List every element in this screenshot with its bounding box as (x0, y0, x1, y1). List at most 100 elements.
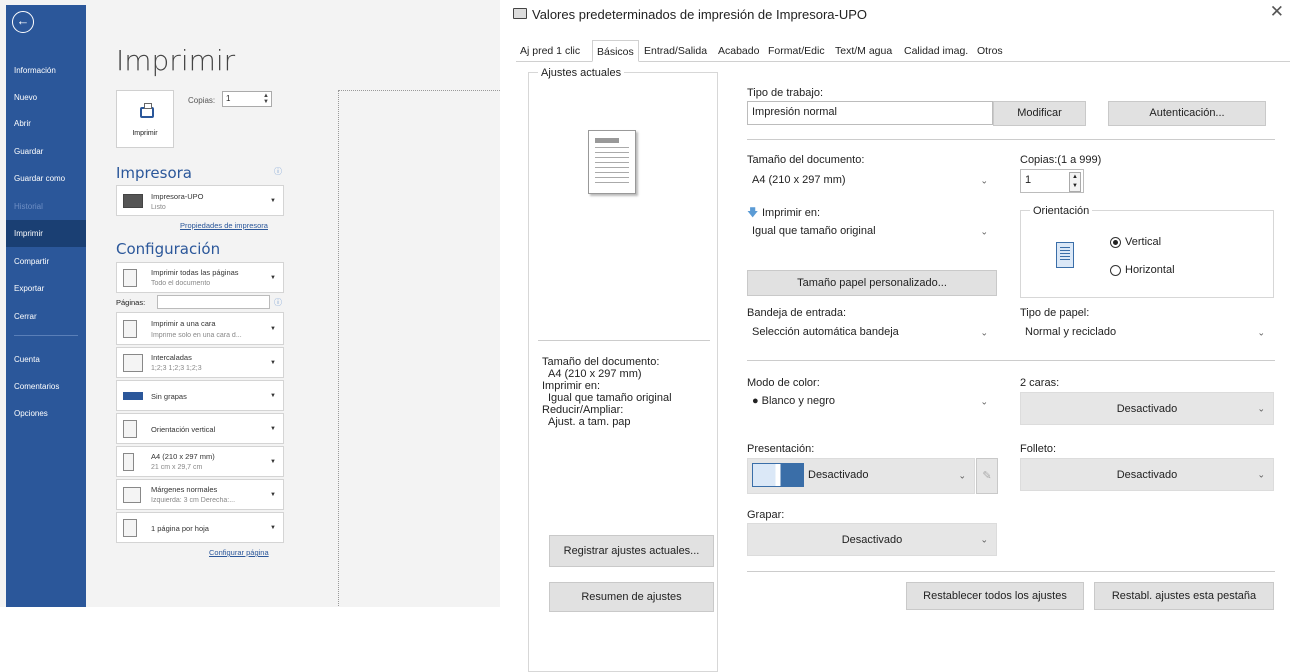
pages-label: Páginas: (116, 298, 146, 307)
print-on-select[interactable]: Igual que tamaño original ⌄ (747, 220, 997, 244)
info-icon[interactable]: ⓘ (274, 297, 282, 308)
tab-text-agua[interactable]: Text/M agua (831, 40, 896, 62)
print-preview-area (338, 90, 500, 607)
tab-entrada-salida[interactable]: Entrad/Salida (640, 40, 711, 62)
pages-input[interactable] (157, 295, 270, 309)
authentication-button[interactable]: Autenticación... (1108, 101, 1266, 126)
tab-acabado[interactable]: Acabado (714, 40, 763, 62)
thumb-line (595, 182, 629, 183)
setting-pages-dropdown[interactable]: Imprimir todas las páginas Todo el docum… (116, 262, 284, 293)
color-mode-value: Blanco y negro (761, 395, 836, 407)
setting-title: A4 (210 x 297 mm) (151, 452, 215, 461)
dropdown-arrow-icon: ▼ (270, 197, 276, 204)
staple-select[interactable]: Desactivado ⌄ (747, 523, 997, 556)
setting-margins-dropdown[interactable]: Márgenes normales Izquierda: 3 cm Derech… (116, 479, 284, 510)
printer-dropdown[interactable]: Impresora-UPO Listo ▼ (116, 185, 284, 216)
close-icon[interactable]: ✕ (1270, 2, 1284, 22)
presentation-select[interactable]: Desactivado ⌄ (747, 458, 975, 494)
nav-item-comentarios[interactable]: Comentarios (6, 373, 86, 400)
paper-type-select[interactable]: Normal y reciclado ⌄ (1020, 321, 1274, 345)
print-button[interactable]: Imprimir (116, 90, 174, 148)
back-arrow-icon[interactable]: ← (12, 11, 34, 33)
thumb-line (595, 147, 629, 148)
nav-item-cuenta[interactable]: Cuenta (6, 346, 86, 373)
copies-spinbox[interactable]: 1 ▲ ▼ (1020, 169, 1084, 193)
setting-pages-per-sheet-dropdown[interactable]: 1 página por hoja ▼ (116, 512, 284, 543)
portrait-page-icon (1056, 242, 1074, 268)
reset-all-button[interactable]: Restablecer todos los ajustes (906, 582, 1084, 610)
one-sided-icon (123, 319, 137, 338)
doc-size-select[interactable]: A4 (210 x 297 mm) ⌄ (747, 169, 997, 193)
settings-summary-button[interactable]: Resumen de ajustes (549, 582, 714, 612)
summary-line: Igual que tamaño original (548, 392, 672, 404)
nav-item-exportar[interactable]: Exportar (6, 275, 86, 302)
color-mode-select[interactable]: ● Blanco y negro ⌄ (747, 390, 997, 414)
printer-section-heading: Impresora (116, 164, 192, 182)
nav-item-informacion[interactable]: Información (6, 57, 86, 84)
reset-tab-button[interactable]: Restabl. ajustes esta pestaña (1094, 582, 1274, 610)
tab-aj-pred[interactable]: Aj pred 1 clic (516, 40, 584, 62)
nav-item-cerrar[interactable]: Cerrar (6, 303, 86, 330)
thumb-line (595, 167, 629, 168)
dialog-title: Valores predeterminados de impresión de … (532, 7, 868, 22)
print-on-value: Igual que tamaño original (752, 225, 876, 237)
nav-item-opciones[interactable]: Opciones (6, 400, 86, 427)
setting-sides-dropdown[interactable]: Imprimir a una cara Imprime solo en una … (116, 312, 284, 345)
tab-format-edic[interactable]: Format/Edic (764, 40, 829, 62)
booklet-select[interactable]: Desactivado ⌄ (1020, 458, 1274, 491)
setting-title: Imprimir todas las páginas (151, 268, 239, 277)
setting-paper-size-dropdown[interactable]: A4 (210 x 297 mm) 21 cm x 29,7 cm ▼ (116, 446, 284, 477)
paper-type-value: Normal y reciclado (1025, 326, 1117, 338)
dropdown-arrow-icon: ▼ (270, 325, 276, 332)
tab-calidad-imag[interactable]: Calidad imag. (900, 40, 972, 62)
copies-value: 1 (226, 94, 231, 103)
modify-button[interactable]: Modificar (993, 101, 1086, 126)
info-icon[interactable]: ⓘ (274, 166, 282, 177)
printer-icon (140, 103, 154, 118)
staple-value: Desactivado (841, 534, 903, 546)
presentation-edit-button[interactable]: ✎ (976, 458, 998, 494)
summary-line: Tamaño del documento: (542, 356, 660, 368)
page-setup-link[interactable]: Configurar página (209, 548, 269, 557)
nav-item-compartir[interactable]: Compartir (6, 248, 86, 275)
doc-size-label: Tamaño del documento: (747, 154, 865, 166)
nav-item-guardar[interactable]: Guardar (6, 138, 86, 165)
presentation-layout-icon (752, 463, 804, 487)
setting-title: Intercaladas (151, 353, 192, 362)
orientation-horizontal-radio[interactable] (1110, 265, 1121, 276)
nav-item-nuevo[interactable]: Nuevo (6, 84, 86, 111)
setting-subtitle: 21 cm x 29,7 cm (151, 464, 203, 471)
job-type-field[interactable]: Impresión normal (747, 101, 993, 125)
tab-panel-basicos: Ajustes actuales Tamaño del documento: A… (516, 62, 1290, 672)
nav-item-guardar-como[interactable]: Guardar como (6, 165, 86, 192)
doc-size-value: A4 (210 x 297 mm) (752, 174, 846, 186)
tab-basicos[interactable]: Básicos (592, 40, 639, 62)
orientation-vertical-radio[interactable] (1110, 237, 1121, 248)
tab-otros[interactable]: Otros (973, 40, 1007, 62)
input-tray-select[interactable]: Selección automática bandeja ⌄ (747, 321, 997, 345)
setting-subtitle: Izquierda: 3 cm Derecha:... (151, 497, 236, 504)
section-separator (747, 360, 1275, 361)
custom-paper-size-button[interactable]: Tamaño papel personalizado... (747, 270, 997, 296)
chevron-down-icon: ⌄ (980, 175, 988, 186)
chevron-down-icon: ⌄ (958, 470, 966, 481)
dropdown-arrow-icon: ▼ (270, 491, 276, 498)
printer-properties-link[interactable]: Propiedades de impresora (180, 221, 268, 230)
nav-item-imprimir[interactable]: Imprimir (6, 220, 86, 247)
paper-size-icon (123, 452, 134, 471)
spin-arrows-icon[interactable]: ▲ ▼ (263, 93, 269, 105)
duplex-select[interactable]: Desactivado ⌄ (1020, 392, 1274, 425)
copies-stepper[interactable]: 1 ▲ ▼ (222, 91, 272, 107)
section-separator (747, 571, 1275, 572)
setting-staple-dropdown[interactable]: Sin grapas ▼ (116, 380, 284, 411)
thumb-line (595, 152, 629, 153)
spin-arrows-icon[interactable]: ▲ ▼ (1069, 172, 1081, 192)
setting-collate-dropdown[interactable]: Intercaladas 1;2;3 1;2;3 1;2;3 ▼ (116, 347, 284, 378)
portrait-icon (123, 419, 137, 438)
register-settings-button[interactable]: Registrar ajustes actuales... (549, 535, 714, 567)
setting-subtitle: Todo el documento (151, 280, 211, 287)
staple-icon (123, 391, 143, 400)
bw-toner-icon: ● (752, 395, 759, 407)
nav-item-abrir[interactable]: Abrir (6, 110, 86, 137)
setting-orientation-dropdown[interactable]: Orientación vertical ▼ (116, 413, 284, 444)
